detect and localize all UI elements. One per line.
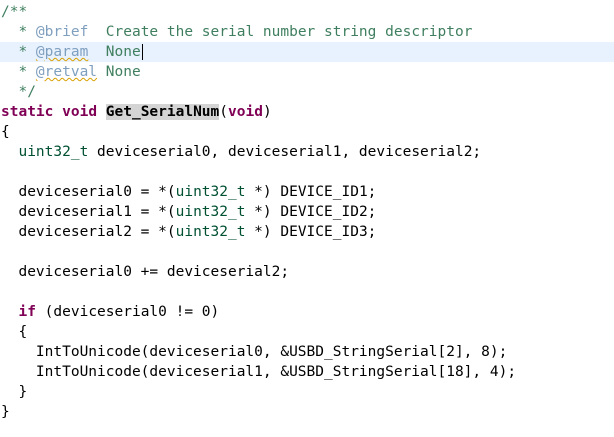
- code-token: void: [62, 104, 98, 120]
- code-line[interactable]: {: [0, 122, 614, 142]
- code-line[interactable]: [0, 162, 614, 182]
- code-token: deviceserial2 = *(: [1, 224, 176, 240]
- code-token: IntToUnicode(deviceserial0, &USBD_String…: [1, 344, 508, 360]
- code-editor[interactable]: /** * @brief Create the serial number st…: [0, 0, 614, 437]
- code-token: @param: [35, 44, 89, 60]
- code-line[interactable]: uint32_t deviceserial0, deviceserial1, d…: [0, 142, 614, 162]
- code-token: static: [1, 104, 54, 120]
- code-token: *) DEVICE_ID3;: [245, 224, 377, 240]
- code-token: if: [18, 304, 36, 320]
- code-token: deviceserial0 = *(: [1, 184, 176, 200]
- code-token: *) DEVICE_ID2;: [245, 204, 377, 220]
- code-line[interactable]: deviceserial1 = *(uint32_t *) DEVICE_ID2…: [0, 202, 614, 222]
- code-token: (deviceserial0 != 0): [35, 304, 220, 320]
- code-line[interactable]: [0, 242, 614, 262]
- code-token: *: [1, 44, 36, 60]
- code-token: {: [1, 324, 28, 340]
- code-token: *) DEVICE_ID1;: [245, 184, 377, 200]
- code-token: None: [88, 44, 141, 60]
- code-token: *: [1, 24, 36, 40]
- code-token: */: [1, 84, 36, 100]
- code-token: {: [1, 124, 10, 140]
- code-token: @retval: [35, 64, 98, 80]
- code-line[interactable]: deviceserial0 += deviceserial2;: [0, 262, 614, 282]
- code-line[interactable]: /**: [0, 2, 614, 22]
- code-line[interactable]: {: [0, 322, 614, 342]
- code-token: uint32_t: [175, 184, 246, 200]
- code-line[interactable]: }: [0, 382, 614, 402]
- code-token: uint32_t: [175, 204, 246, 220]
- code-line[interactable]: deviceserial2 = *(uint32_t *) DEVICE_ID3…: [0, 222, 614, 242]
- code-token: }: [1, 384, 28, 400]
- code-line[interactable]: IntToUnicode(deviceserial0, &USBD_String…: [0, 342, 614, 362]
- code-token: /**: [1, 4, 28, 20]
- code-token: }: [1, 404, 10, 420]
- code-line[interactable]: */: [0, 82, 614, 102]
- code-token: None: [97, 64, 141, 80]
- code-token: *: [1, 64, 36, 80]
- code-line[interactable]: IntToUnicode(deviceserial1, &USBD_String…: [0, 362, 614, 382]
- code-line[interactable]: }: [0, 402, 614, 422]
- code-token: Create the serial number string descript…: [88, 24, 473, 40]
- text-cursor: [141, 44, 143, 60]
- code-token: ): [262, 104, 272, 120]
- code-token: void: [228, 104, 263, 120]
- code-line[interactable]: if (deviceserial0 != 0): [0, 302, 614, 322]
- code-line[interactable]: * @param None: [0, 42, 614, 62]
- code-line[interactable]: * @brief Create the serial number string…: [0, 22, 614, 42]
- code-line[interactable]: [0, 282, 614, 302]
- code-token: deviceserial1 = *(: [1, 204, 176, 220]
- code-line[interactable]: static void Get_SerialNum(void): [0, 102, 614, 122]
- code-token: deviceserial0, deviceserial1, deviceseri…: [88, 144, 482, 160]
- code-token: @brief: [35, 24, 89, 40]
- code-line[interactable]: deviceserial0 = *(uint32_t *) DEVICE_ID1…: [0, 182, 614, 202]
- code-token: deviceserial0 += deviceserial2;: [1, 264, 290, 280]
- function-name-highlight: Get_SerialNum: [105, 104, 220, 120]
- code-token: IntToUnicode(deviceserial1, &USBD_String…: [1, 364, 517, 380]
- code-token: uint32_t: [175, 224, 246, 240]
- code-line[interactable]: * @retval None: [0, 62, 614, 82]
- code-token: (: [219, 104, 229, 120]
- code-token: uint32_t: [18, 144, 89, 160]
